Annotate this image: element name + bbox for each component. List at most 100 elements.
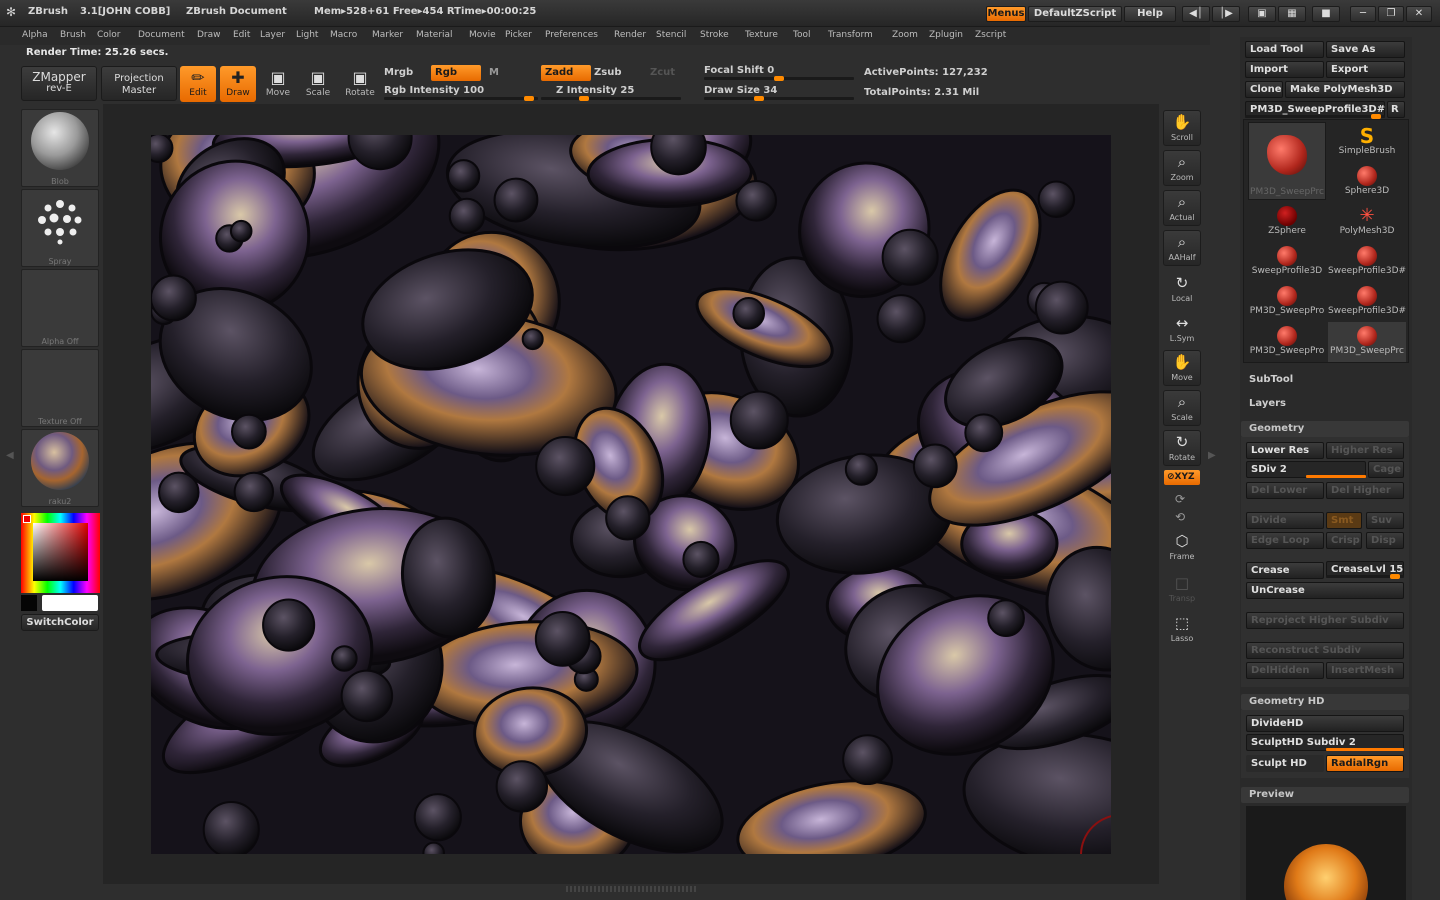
menu-draw[interactable]: Draw — [197, 30, 221, 40]
zoom-button[interactable]: ⌕ Zoom — [1163, 150, 1201, 186]
layers-header[interactable]: Layers — [1249, 398, 1286, 409]
menu-tool[interactable]: Tool — [793, 30, 810, 40]
menu-stroke[interactable]: Stroke — [700, 30, 729, 40]
subtool-header[interactable]: SubTool — [1249, 374, 1293, 385]
crease-level-slider[interactable] — [1326, 574, 1404, 579]
preview-header[interactable]: Preview — [1241, 787, 1409, 803]
color-picker[interactable] — [21, 513, 100, 593]
canvas[interactable] — [151, 135, 1111, 854]
tool-item[interactable]: SweepProfile3D# — [1328, 242, 1406, 282]
menu-layer[interactable]: Layer — [260, 30, 285, 40]
tool-item[interactable]: Sphere3D — [1328, 162, 1406, 202]
del-higher-button[interactable]: Del Higher — [1326, 482, 1404, 499]
suv-button[interactable]: Suv — [1366, 512, 1404, 529]
lower-res-button[interactable]: Lower Res — [1246, 442, 1324, 459]
menu-picker[interactable]: Picker — [505, 30, 532, 40]
menu-edit[interactable]: Edit — [233, 30, 250, 40]
disp-button[interactable]: Disp — [1366, 532, 1404, 549]
cage-button[interactable]: Cage — [1368, 461, 1404, 478]
sculpthd-subdiv-slider[interactable] — [1326, 748, 1404, 751]
rotate-z-icon[interactable]: ⟲ — [1175, 510, 1185, 524]
material-thumbnail[interactable]: raku2 — [21, 429, 99, 507]
del-lower-button[interactable]: Del Lower — [1246, 482, 1324, 499]
menu-zscript[interactable]: Zscript — [975, 30, 1006, 40]
focal-shift-handle[interactable] — [774, 76, 784, 81]
insertmesh-button[interactable]: InsertMesh — [1326, 662, 1404, 679]
draw-size-handle[interactable] — [754, 96, 764, 101]
rotate-button[interactable]: ▣ Rotate — [342, 66, 378, 102]
reconstruct-subdiv-button[interactable]: Reconstruct Subdiv — [1246, 642, 1404, 659]
scale-button[interactable]: ⌕ Scale — [1163, 390, 1201, 426]
r-button[interactable]: R — [1387, 101, 1405, 118]
texture-thumbnail[interactable]: Texture Off — [21, 349, 99, 427]
primary-color-swatch[interactable] — [21, 595, 37, 611]
close-icon[interactable]: ✕ — [1406, 6, 1432, 22]
save-as-button[interactable]: Save As — [1326, 41, 1405, 58]
draw-button[interactable]: ✚ Draw — [220, 66, 256, 102]
crease-level-handle[interactable] — [1390, 574, 1400, 579]
default-zscript-button[interactable]: DefaultZScript — [1028, 6, 1122, 22]
edit-button[interactable]: ✏ Edit — [180, 66, 216, 102]
divide-button[interactable]: Divide — [1246, 512, 1324, 529]
transp-button[interactable]: □ Transp — [1163, 572, 1201, 608]
lock-icon[interactable]: ■ — [1312, 6, 1340, 22]
radialrgn-button[interactable]: RadialRgn — [1326, 755, 1404, 772]
l-sym-button[interactable]: ↔ L.Sym — [1163, 312, 1201, 348]
delhidden-button[interactable]: DelHidden — [1246, 662, 1324, 679]
tool-item[interactable]: ZSphere — [1248, 202, 1326, 242]
focal-shift-slider[interactable] — [704, 76, 854, 81]
menu-macro[interactable]: Macro — [330, 30, 357, 40]
stroke-thumbnail[interactable]: Spray — [21, 189, 99, 267]
menu-stencil[interactable]: Stencil — [656, 30, 686, 40]
tool-item[interactable]: ✳ PolyMesh3D — [1328, 202, 1406, 242]
reproject-higher-subdiv-button[interactable]: Reproject Higher Subdiv — [1246, 612, 1404, 629]
geometry-hd-header[interactable]: Geometry HD — [1241, 694, 1409, 710]
tool-item[interactable]: S SimpleBrush — [1328, 122, 1406, 162]
minimize-icon[interactable]: ─ — [1350, 6, 1376, 22]
menu-render[interactable]: Render — [614, 30, 646, 40]
menu-color[interactable]: Color — [97, 30, 121, 40]
switch-color-button[interactable]: SwitchColor — [21, 614, 99, 631]
import-button[interactable]: Import — [1245, 61, 1324, 78]
rotate-button[interactable]: ↻ Rotate — [1163, 430, 1201, 466]
zcut-button[interactable]: Zcut — [650, 67, 675, 78]
move-button[interactable]: ✋ Move — [1163, 350, 1201, 386]
right-collapse-arrow-icon[interactable]: ▶ — [1208, 450, 1216, 461]
tool-item[interactable]: PM3D_SweepPro — [1248, 322, 1326, 362]
tool-item[interactable]: SweepProfile3D — [1248, 242, 1326, 282]
edge-loop-button[interactable]: Edge Loop — [1246, 532, 1324, 549]
menu-zoom[interactable]: Zoom — [892, 30, 918, 40]
zsub-button[interactable]: Zsub — [594, 67, 621, 78]
menus-button[interactable]: Menus — [986, 6, 1026, 22]
local-button[interactable]: ↻ Local — [1163, 272, 1201, 308]
menu-light[interactable]: Light — [296, 30, 318, 40]
color-saturation-box[interactable] — [33, 523, 88, 581]
load-tool-button[interactable]: Load Tool — [1245, 41, 1324, 58]
restore-icon[interactable]: ❐ — [1378, 6, 1404, 22]
menu-material[interactable]: Material — [416, 30, 453, 40]
higher-res-button[interactable]: Higher Res — [1326, 442, 1404, 459]
make-polymesh-button[interactable]: Make PolyMesh3D — [1285, 81, 1405, 98]
z-intensity-handle[interactable] — [579, 96, 589, 101]
dividehd-button[interactable]: DivideHD — [1246, 715, 1404, 732]
z-intensity-slider[interactable] — [541, 96, 681, 101]
xyz-symmetry-button[interactable]: ⊘XYZ — [1164, 470, 1200, 485]
sdiv-slider[interactable] — [1306, 475, 1366, 478]
help-button[interactable]: Help — [1124, 6, 1176, 22]
sculpt-hd-button[interactable]: Sculpt HD — [1246, 755, 1324, 772]
menu-preferences[interactable]: Preferences — [545, 30, 598, 40]
preview-viewport[interactable] — [1246, 806, 1406, 900]
brush-thumbnail[interactable]: Blob — [21, 109, 99, 187]
menu-document[interactable]: Document — [138, 30, 185, 40]
canvas-bottom-handle[interactable] — [566, 886, 696, 892]
mrgb-button[interactable]: Mrgb — [384, 67, 413, 78]
zadd-button[interactable]: Zadd — [541, 65, 591, 81]
tool-item[interactable]: PM3D_SweepPrc — [1248, 122, 1326, 200]
scale-button[interactable]: ▣ Scale — [300, 66, 336, 102]
rgb-button[interactable]: Rgb — [431, 65, 481, 81]
uncrease-button[interactable]: UnCrease — [1246, 582, 1404, 599]
layout-b-icon[interactable]: ▦ — [1278, 6, 1306, 22]
smt-button[interactable]: Smt — [1326, 512, 1362, 529]
projection-master-button[interactable]: Projection Master — [101, 66, 177, 101]
m-button[interactable]: M — [489, 67, 499, 78]
